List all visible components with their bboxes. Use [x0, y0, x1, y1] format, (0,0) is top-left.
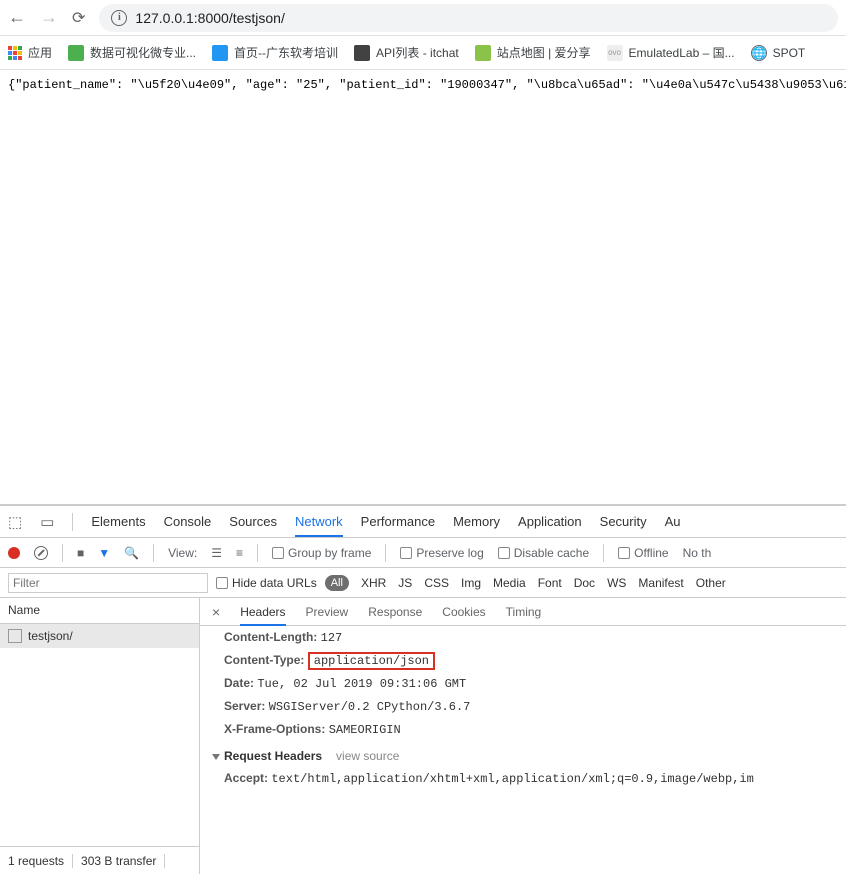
filter-manifest[interactable]: Manifest [638, 576, 683, 590]
header-row: X-Frame-Options: SAMEORIGIN [212, 718, 834, 741]
detail-tabs: × Headers Preview Response Cookies Timin… [200, 598, 846, 626]
record-button[interactable] [8, 547, 20, 559]
apps-button[interactable]: 应用 [8, 44, 52, 61]
transfer-size: 303 B transfer [73, 854, 165, 868]
clear-button[interactable] [34, 546, 48, 560]
filter-icon[interactable]: ▼ [98, 546, 110, 560]
tab-memory[interactable]: Memory [453, 514, 500, 529]
document-icon [8, 629, 22, 643]
bookmark-item[interactable]: API列表 - itchat [354, 44, 459, 61]
filter-all[interactable]: All [325, 575, 349, 591]
header-row: Content-Length: 127 [212, 626, 834, 649]
search-icon[interactable]: 🔍 [124, 546, 139, 560]
inspect-element-icon[interactable]: ⬚ [8, 513, 22, 531]
requests-count: 1 requests [0, 854, 73, 868]
tab-security[interactable]: Security [600, 514, 647, 529]
forward-button[interactable]: → [40, 7, 58, 28]
tab-performance[interactable]: Performance [361, 514, 435, 529]
tab-console[interactable]: Console [164, 514, 212, 529]
address-bar[interactable]: i 127.0.0.1:8000/testjson/ [99, 4, 838, 32]
bookmark-item[interactable]: 首页--广东软考培训 [212, 44, 338, 61]
headers-body: Content-Length: 127 Content-Type: applic… [200, 626, 846, 874]
favicon: ovo [607, 45, 623, 61]
group-by-frame-checkbox[interactable]: Group by frame [272, 546, 371, 560]
bookmark-item[interactable]: 数据可视化微专业... [68, 44, 196, 61]
tab-sources[interactable]: Sources [229, 514, 277, 529]
tab-response[interactable]: Response [368, 605, 422, 619]
favicon [212, 45, 228, 61]
url-filter-bar: Hide data URLs All XHR JS CSS Img Media … [0, 568, 846, 598]
page-body: {"patient_name": "\u5f20\u4e09", "age": … [0, 70, 846, 504]
devtools-tabs: ⬚ ▭ Elements Console Sources Network Per… [0, 506, 846, 538]
view-large-icon[interactable]: ☰ [211, 546, 222, 560]
back-button[interactable]: ← [8, 7, 26, 28]
tab-timing[interactable]: Timing [506, 605, 542, 619]
apps-label: 应用 [28, 44, 52, 61]
hide-data-urls-checkbox[interactable]: Hide data URLs [216, 576, 317, 590]
request-name: testjson/ [28, 629, 73, 643]
tab-cookies[interactable]: Cookies [442, 605, 485, 619]
close-detail-button[interactable]: × [212, 604, 220, 620]
view-source-link[interactable]: view source [336, 749, 399, 763]
throttle-label[interactable]: No th [683, 546, 712, 560]
devtools-panel: ⬚ ▭ Elements Console Sources Network Per… [0, 504, 846, 874]
url-text: 127.0.0.1:8000/testjson/ [135, 10, 284, 26]
content-type-highlight: application/json [308, 652, 435, 670]
favicon [354, 45, 370, 61]
camera-icon[interactable]: ■ [77, 546, 84, 560]
column-name[interactable]: Name [0, 598, 199, 624]
filter-media[interactable]: Media [493, 576, 526, 590]
tab-preview[interactable]: Preview [306, 605, 349, 619]
bookmarks-bar: 应用 数据可视化微专业... 首页--广东软考培训 API列表 - itchat… [0, 36, 846, 70]
view-waterfall-icon[interactable]: ≡ [236, 546, 243, 560]
filter-js[interactable]: JS [398, 576, 412, 590]
view-label: View: [168, 546, 197, 560]
preserve-log-checkbox[interactable]: Preserve log [400, 546, 483, 560]
favicon [68, 45, 84, 61]
filter-doc[interactable]: Doc [574, 576, 595, 590]
tab-application[interactable]: Application [518, 514, 582, 529]
type-filters: All XHR JS CSS Img Media Font Doc WS Man… [325, 575, 726, 591]
tab-headers[interactable]: Headers [240, 605, 285, 626]
header-row: Date: Tue, 02 Jul 2019 09:31:06 GMT [212, 672, 834, 695]
tab-audits[interactable]: Au [665, 514, 681, 529]
request-summary: 1 requests 303 B transfer [0, 846, 199, 874]
disable-cache-checkbox[interactable]: Disable cache [498, 546, 589, 560]
filter-xhr[interactable]: XHR [361, 576, 386, 590]
device-toggle-icon[interactable]: ▭ [40, 513, 54, 531]
tab-elements[interactable]: Elements [91, 514, 145, 529]
request-list: Name testjson/ 1 requests 303 B transfer [0, 598, 200, 874]
filter-other[interactable]: Other [696, 576, 726, 590]
filter-ws[interactable]: WS [607, 576, 626, 590]
bookmark-item[interactable]: ovoEmulatedLab – 国... [607, 44, 735, 61]
header-row: Server: WSGIServer/0.2 CPython/3.6.7 [212, 695, 834, 718]
filter-img[interactable]: Img [461, 576, 481, 590]
favicon [475, 45, 491, 61]
browser-toolbar: ← → ⟳ i 127.0.0.1:8000/testjson/ [0, 0, 846, 36]
bookmark-item[interactable]: 🌐SPOT [751, 45, 806, 61]
filter-input[interactable] [8, 573, 208, 593]
offline-checkbox[interactable]: Offline [618, 546, 668, 560]
apps-icon [8, 46, 22, 60]
triangle-down-icon [212, 754, 220, 760]
header-row: Accept: text/html,application/xhtml+xml,… [212, 767, 834, 790]
request-headers-section[interactable]: Request Headers view source [212, 741, 834, 767]
network-toolbar: ■ ▼ 🔍 View: ☰ ≡ Group by frame Preserve … [0, 538, 846, 568]
header-row: Content-Type: application/json [212, 649, 834, 672]
filter-css[interactable]: CSS [424, 576, 449, 590]
filter-font[interactable]: Font [538, 576, 562, 590]
reload-button[interactable]: ⟳ [72, 8, 85, 28]
tab-network[interactable]: Network [295, 514, 343, 537]
request-row[interactable]: testjson/ [0, 624, 199, 648]
site-info-icon[interactable]: i [111, 10, 127, 26]
globe-icon: 🌐 [751, 45, 767, 61]
bookmark-item[interactable]: 站点地图 | 爱分享 [475, 44, 591, 61]
network-body: Name testjson/ 1 requests 303 B transfer… [0, 598, 846, 874]
request-detail: × Headers Preview Response Cookies Timin… [200, 598, 846, 874]
